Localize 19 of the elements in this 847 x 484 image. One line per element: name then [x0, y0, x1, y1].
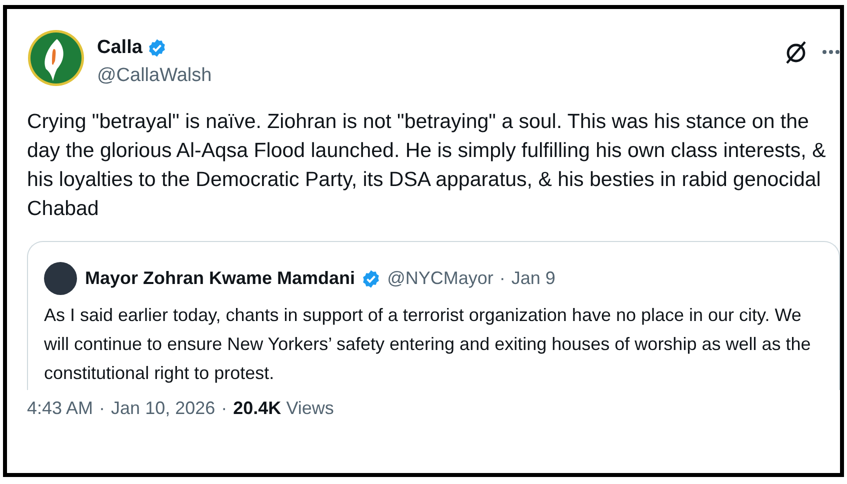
post-text: Crying "betrayal" is naïve. Ziohran is not "betraying" a soul. This was his stance on the day the glorious Al-Aqsa Flood launched. He is simply fulfilling his own class interests, & his loyalties to the Democratic Party, its DSA apparatus, & his besties in rabid genocidal Chabad: [27, 109, 827, 222]
post-date[interactable]: Jan 10, 2026: [111, 398, 216, 419]
avatar-lily-logo[interactable]: [27, 29, 85, 87]
views-count: 20.4K: [233, 398, 282, 418]
grok-icon[interactable]: [784, 39, 808, 65]
author-handle[interactable]: @CallaWalsh: [97, 65, 212, 87]
separator: ·: [499, 268, 506, 289]
post-time[interactable]: 4:43 AM: [27, 398, 94, 419]
views-label: Views: [286, 398, 334, 418]
separator: ·: [99, 398, 106, 419]
quoted-post-text: As I said earlier today, chants in support of a terrorist organization have no place in our city. We will continue to ensure New Yorkers’ safety entering and exiting houses of worship as well as the constitutional right to protest.: [44, 304, 812, 385]
more-options-icon[interactable]: [822, 49, 840, 55]
separator: ·: [221, 398, 228, 419]
author-name[interactable]: Calla: [97, 37, 142, 59]
avatar-placeholder: [44, 262, 77, 295]
quoted-author-handle[interactable]: @NYCMayor: [387, 268, 494, 289]
quoted-author-name[interactable]: Mayor Zohran Kwame Mamdani: [85, 268, 356, 289]
quoted-post-date[interactable]: Jan 9: [511, 268, 556, 289]
quoted-post-card[interactable]: [27, 241, 840, 390]
